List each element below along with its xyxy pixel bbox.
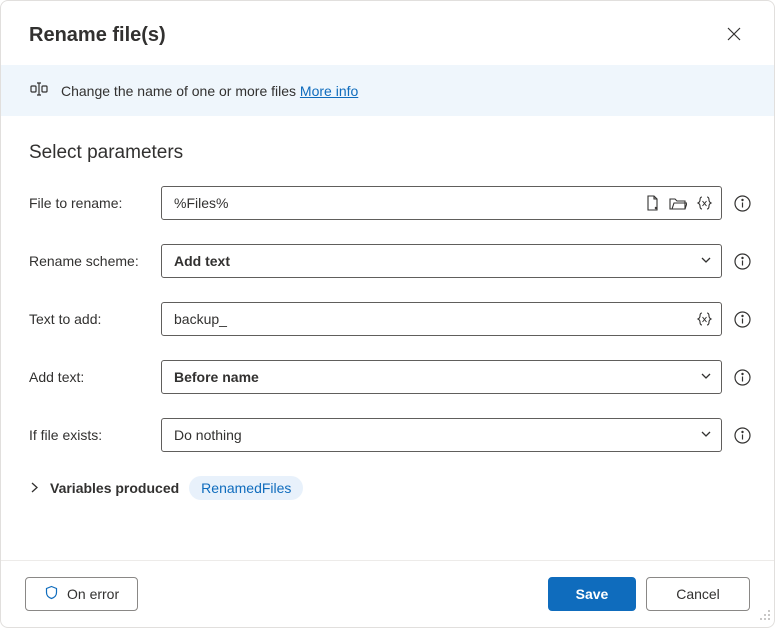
label-add-text: Add text: bbox=[29, 369, 151, 385]
label-rename-scheme: Rename scheme: bbox=[29, 253, 151, 269]
cancel-button[interactable]: Cancel bbox=[646, 577, 750, 611]
label-file-to-rename: File to rename: bbox=[29, 195, 151, 211]
variables-expand-toggle[interactable] bbox=[29, 480, 40, 496]
save-button[interactable]: Save bbox=[548, 577, 636, 611]
text-to-add-input[interactable] bbox=[161, 302, 722, 336]
select-file-icon[interactable] bbox=[642, 193, 662, 213]
label-if-file-exists: If file exists: bbox=[29, 427, 151, 443]
row-add-text: Add text: Before name bbox=[29, 360, 752, 394]
row-file-to-rename: File to rename: bbox=[29, 186, 752, 220]
section-title: Select parameters bbox=[29, 142, 752, 164]
file-to-rename-input[interactable] bbox=[161, 186, 722, 220]
on-error-label: On error bbox=[67, 586, 119, 602]
dialog-footer: On error Save Cancel bbox=[1, 560, 774, 627]
more-info-link[interactable]: More info bbox=[300, 83, 358, 99]
row-text-to-add: Text to add: bbox=[29, 302, 752, 336]
select-wrap-if-exists: Do nothing bbox=[161, 418, 722, 452]
row-rename-scheme: Rename scheme: Add text bbox=[29, 244, 752, 278]
info-icon-scheme[interactable] bbox=[732, 251, 752, 271]
add-text-select[interactable]: Before name bbox=[161, 360, 722, 394]
input-icons-file bbox=[642, 193, 714, 213]
select-wrap-rename-scheme: Add text bbox=[161, 244, 722, 278]
input-wrap-file-to-rename bbox=[161, 186, 722, 220]
if-file-exists-select[interactable]: Do nothing bbox=[161, 418, 722, 452]
input-icons-text bbox=[694, 309, 714, 329]
input-wrap-text-to-add bbox=[161, 302, 722, 336]
variable-picker-icon[interactable] bbox=[694, 193, 714, 213]
select-wrap-add-text: Before name bbox=[161, 360, 722, 394]
variables-label: Variables produced bbox=[50, 480, 179, 496]
label-text-to-add: Text to add: bbox=[29, 311, 151, 327]
dialog-container: Rename file(s) Change the name of one or… bbox=[0, 0, 775, 628]
select-folder-icon[interactable] bbox=[668, 193, 688, 213]
variable-picker-icon[interactable] bbox=[694, 309, 714, 329]
rename-action-icon bbox=[29, 79, 49, 102]
on-error-button[interactable]: On error bbox=[25, 577, 138, 611]
info-banner: Change the name of one or more files Mor… bbox=[1, 65, 774, 116]
rename-scheme-value: Add text bbox=[174, 253, 230, 269]
info-icon-file[interactable] bbox=[732, 193, 752, 213]
dialog-title: Rename file(s) bbox=[29, 24, 166, 47]
shield-icon bbox=[44, 585, 59, 603]
dialog-header: Rename file(s) bbox=[1, 1, 774, 65]
row-if-file-exists: If file exists: Do nothing bbox=[29, 418, 752, 452]
info-banner-text: Change the name of one or more files Mor… bbox=[61, 83, 358, 99]
variable-badge[interactable]: RenamedFiles bbox=[189, 476, 303, 500]
close-button[interactable] bbox=[718, 19, 750, 51]
footer-right: Save Cancel bbox=[548, 577, 750, 611]
info-icon-text[interactable] bbox=[732, 309, 752, 329]
info-icon-addtext[interactable] bbox=[732, 367, 752, 387]
add-text-value: Before name bbox=[174, 369, 259, 385]
info-icon-exists[interactable] bbox=[732, 425, 752, 445]
if-exists-value: Do nothing bbox=[174, 427, 242, 443]
resize-grip-icon[interactable] bbox=[759, 608, 771, 624]
banner-text: Change the name of one or more files bbox=[61, 83, 300, 99]
body-section: Select parameters File to rename: bbox=[1, 116, 774, 560]
rename-scheme-select[interactable]: Add text bbox=[161, 244, 722, 278]
variables-produced-row: Variables produced RenamedFiles bbox=[29, 476, 752, 500]
close-icon bbox=[727, 27, 741, 44]
